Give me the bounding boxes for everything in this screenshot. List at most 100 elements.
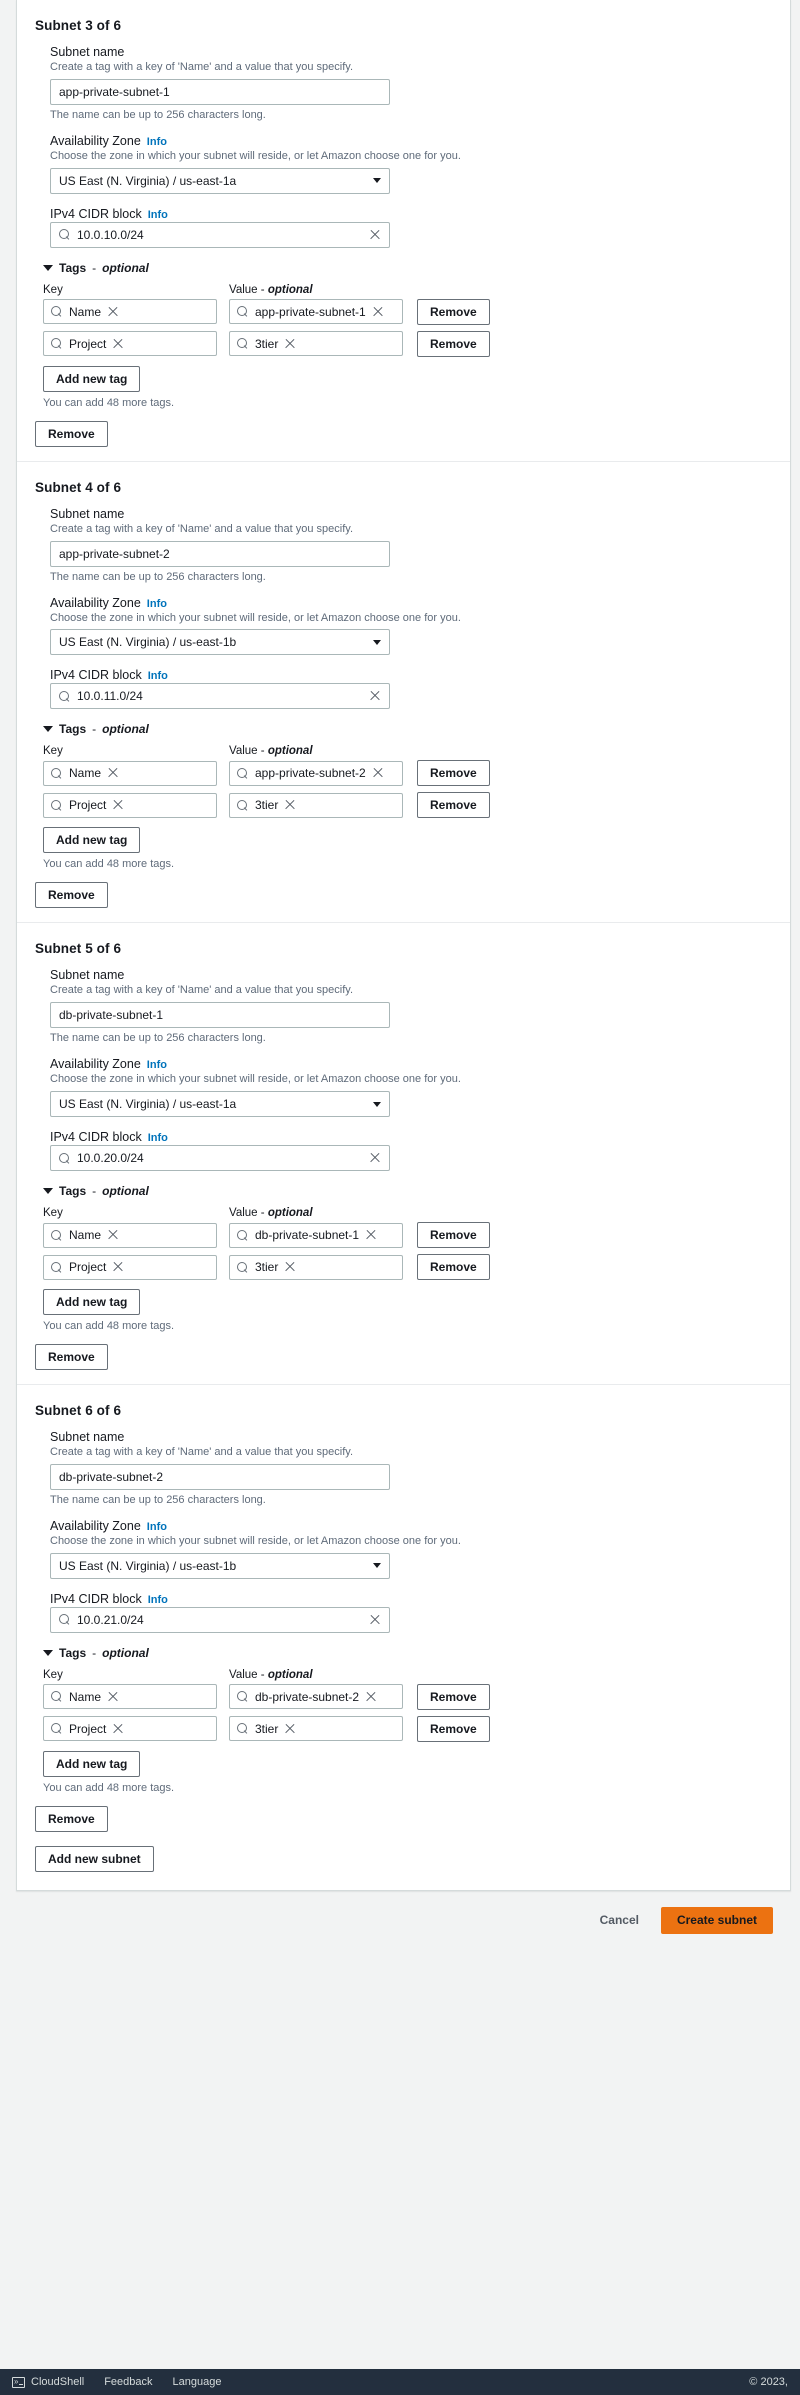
info-link[interactable]: Info [148,1132,168,1144]
tags-section-toggle[interactable]: Tags - optional [43,261,772,275]
tags-section-toggle[interactable]: Tags - optional [43,722,772,736]
tag-value-input[interactable]: 3tier [229,1254,403,1280]
tag-key-input[interactable]: Name [43,760,217,786]
remove-tag-button[interactable]: Remove [417,792,490,819]
language-link[interactable]: Language [173,2376,222,2388]
clear-icon[interactable] [284,1723,296,1735]
tag-value-input[interactable]: 3tier [229,331,403,357]
clear-icon[interactable] [112,338,124,350]
clear-icon[interactable] [112,799,124,811]
chevron-down-icon [373,1101,381,1107]
subnet-section-title: Subnet 6 of 6 [35,1403,122,1419]
tags-section-toggle[interactable]: Tags - optional [43,1184,772,1198]
tag-value-input[interactable]: app-private-subnet-2 [229,760,403,786]
info-link[interactable]: Info [148,209,168,221]
remove-subnet-button[interactable]: Remove [35,882,108,909]
table-row: Project 3tier Remove [43,1715,772,1742]
remove-tag-button[interactable]: Remove [417,298,490,325]
add-new-subnet-button[interactable]: Add new subnet [35,1845,154,1872]
clear-icon[interactable] [372,306,384,318]
remove-subnet-wrapper: Remove [35,1805,772,1832]
remove-tag-button[interactable]: Remove [417,1683,490,1710]
availability-zone-label: Availability Zone Info [50,1519,772,1533]
add-new-tag-button[interactable]: Add new tag [43,365,141,392]
availability-zone-select[interactable]: US East (N. Virginia) / us-east-1a [50,167,390,194]
info-link[interactable]: Info [147,1521,167,1533]
clear-icon[interactable] [284,338,296,350]
clear-icon[interactable] [112,1261,124,1273]
remove-subnet-button[interactable]: Remove [35,1805,108,1832]
tag-key-input[interactable]: Name [43,1222,217,1248]
availability-zone-select[interactable]: US East (N. Virginia) / us-east-1b [50,1552,390,1579]
availability-zone-select[interactable]: US East (N. Virginia) / us-east-1b [50,629,390,656]
info-link[interactable]: Info [148,670,168,682]
tag-value-input[interactable]: app-private-subnet-1 [229,299,403,325]
tag-key-header: Key [43,283,63,296]
chevron-down-icon [373,639,381,645]
clear-icon[interactable] [369,690,381,702]
subnet-name-input[interactable]: app-private-subnet-1 [50,78,390,105]
ipv4-cidr-input[interactable]: 10.0.21.0/24 [50,1606,390,1633]
ipv4-cidr-input[interactable]: 10.0.20.0/24 [50,1145,390,1172]
tag-key-input[interactable]: Name [43,299,217,325]
ipv4-cidr-input[interactable]: 10.0.10.0/24 [50,221,390,248]
remove-tag-button[interactable]: Remove [417,1254,490,1281]
tag-value-input[interactable]: 3tier [229,1716,403,1742]
subnet-name-input[interactable]: app-private-subnet-2 [50,540,390,567]
info-link[interactable]: Info [147,136,167,148]
add-subnet-wrapper: Add new subnet [17,1845,790,1890]
tag-key-input[interactable]: Project [43,1254,217,1280]
clear-icon[interactable] [112,1723,124,1735]
clear-icon[interactable] [369,229,381,241]
feedback-link[interactable]: Feedback [104,2376,152,2388]
tag-value-header-dash: - [260,1207,265,1220]
remove-subnet-button[interactable]: Remove [35,1344,108,1371]
subnet-name-input[interactable]: db-private-subnet-1 [50,1002,390,1029]
remove-subnet-button[interactable]: Remove [35,420,108,447]
search-icon [51,1723,62,1734]
remove-tag-button[interactable]: Remove [417,1222,490,1249]
tag-value-input[interactable]: 3tier [229,792,403,818]
tag-key-input[interactable]: Name [43,1684,217,1710]
tag-value-value: app-private-subnet-1 [255,304,366,319]
add-new-tag-button[interactable]: Add new tag [43,1750,141,1777]
clear-icon[interactable] [369,1152,381,1164]
info-link[interactable]: Info [147,598,167,610]
tags-section-toggle[interactable]: Tags - optional [43,1646,772,1660]
info-link[interactable]: Info [148,1594,168,1606]
tag-key-input[interactable]: Project [43,1716,217,1742]
clear-icon[interactable] [107,1229,119,1241]
cloudshell-button[interactable]: CloudShell [12,2376,84,2388]
subnet-name-help: The name can be up to 256 characters lon… [50,1493,266,1506]
tag-value-header-dash: - [260,745,265,758]
tag-key-input[interactable]: Project [43,792,217,818]
clear-icon[interactable] [369,1614,381,1626]
clear-icon[interactable] [284,1261,296,1273]
tag-value-input[interactable]: db-private-subnet-2 [229,1684,403,1710]
remove-tag-button[interactable]: Remove [417,760,490,787]
remove-tag-button[interactable]: Remove [417,330,490,357]
availability-zone-select[interactable]: US East (N. Virginia) / us-east-1a [50,1091,390,1118]
clear-icon[interactable] [365,1691,377,1703]
clear-icon[interactable] [107,306,119,318]
availability-zone-label-text: Availability Zone [50,595,141,610]
clear-icon[interactable] [107,767,119,779]
remove-tag-button[interactable]: Remove [417,1715,490,1742]
subnet-name-value: app-private-subnet-2 [59,546,170,561]
create-subnet-button[interactable]: Create subnet [660,1906,773,1934]
add-new-tag-button[interactable]: Add new tag [43,827,141,854]
tags-toggle-optional: optional [102,1645,149,1660]
clear-icon[interactable] [284,799,296,811]
tag-key-input[interactable]: Project [43,331,217,357]
cancel-button[interactable]: Cancel [600,1913,639,1927]
subnet-name-input[interactable]: db-private-subnet-2 [50,1463,390,1490]
info-link[interactable]: Info [147,1059,167,1071]
ipv4-cidr-label-text: IPv4 CIDR block [50,668,142,683]
clear-icon[interactable] [107,1691,119,1703]
ipv4-cidr-input[interactable]: 10.0.11.0/24 [50,683,390,710]
tags-toggle-dash: - [92,260,97,275]
add-new-tag-button[interactable]: Add new tag [43,1289,141,1316]
clear-icon[interactable] [365,1229,377,1241]
clear-icon[interactable] [372,767,384,779]
tag-value-input[interactable]: db-private-subnet-1 [229,1222,403,1248]
